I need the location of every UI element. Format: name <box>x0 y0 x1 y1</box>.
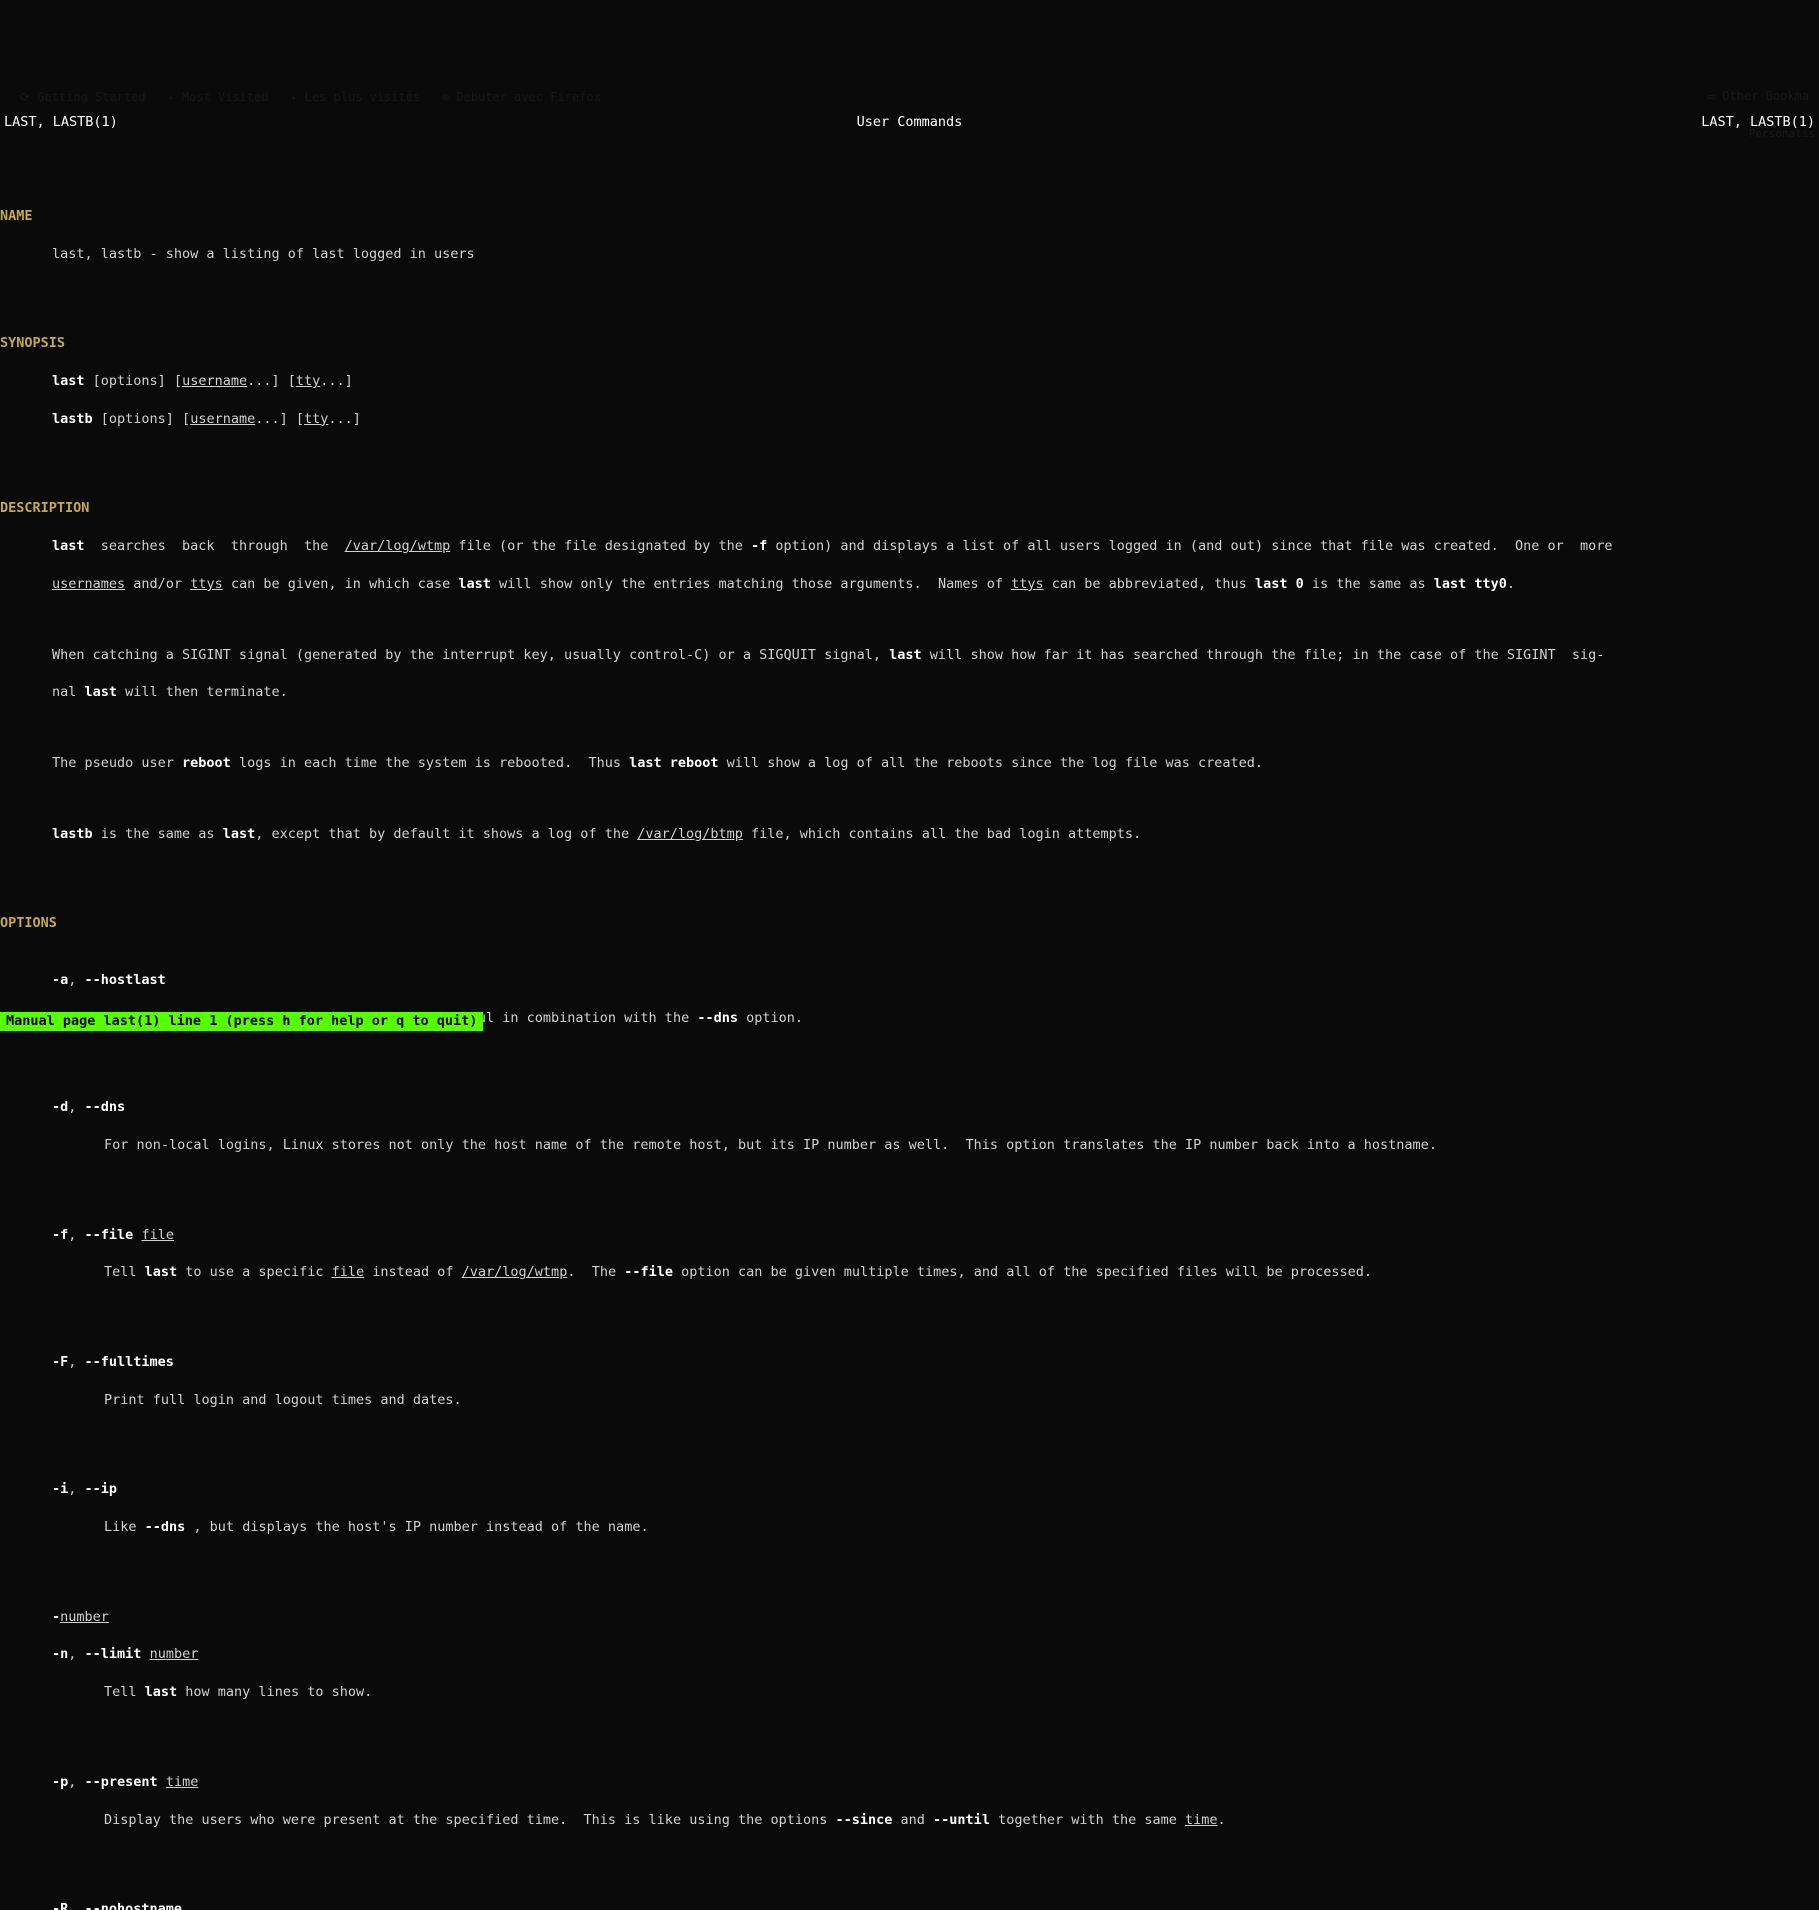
desc-p2-l1: When catching a SIGINT signal (generated… <box>0 646 1819 665</box>
desc-p2-l2: nal last will then terminate. <box>0 683 1819 702</box>
opt-F: -F, --fulltimes <box>0 1353 1819 1372</box>
section-synopsis-head: SYNOPSIS <box>0 334 1819 353</box>
section-options-head: OPTIONS <box>0 914 1819 933</box>
opt-d-desc: For non-local logins, Linux stores not o… <box>0 1136 1819 1155</box>
section-name-head: NAME <box>0 207 1819 226</box>
man-header: LAST, LASTB(1) User Commands LAST, LASTB… <box>0 113 1819 132</box>
desc-p4: lastb is the same as last, except that b… <box>0 825 1819 844</box>
opt-F-desc: Print full login and logout times and da… <box>0 1391 1819 1410</box>
opt-f-desc: Tell last to use a specific file instead… <box>0 1263 1819 1282</box>
opt-p: -p, --present time <box>0 1773 1819 1792</box>
section-description-head: DESCRIPTION <box>0 499 1819 518</box>
header-center: User Commands <box>0 113 1819 132</box>
opt-f: -f, --file file <box>0 1226 1819 1245</box>
opt-p-desc: Display the users who were present at th… <box>0 1811 1819 1830</box>
opt-R: -R, --nohostname <box>0 1900 1819 1910</box>
opt-d: -d, --dns <box>0 1098 1819 1117</box>
ghost-bookmark-bar: ⟳ Getting Started ✦ Most Visited ✦ Les p… <box>20 89 601 106</box>
opt-a: -a, --hostlast <box>0 971 1819 990</box>
name-line: last, lastb - show a listing of last log… <box>0 245 1819 264</box>
desc-p3: The pseudo user reboot logs in each time… <box>0 754 1819 773</box>
synopsis-line-1: last [options] [username...] [tty...] <box>0 372 1819 391</box>
desc-p1-l2: usernames and/or ttys can be given, in w… <box>0 575 1819 594</box>
opt-n-desc: Tell last how many lines to show. <box>0 1683 1819 1702</box>
synopsis-line-2: lastb [options] [username...] [tty...] <box>0 410 1819 429</box>
opt-n: -n, --limit number <box>0 1645 1819 1664</box>
opt-i: -i, --ip <box>0 1480 1819 1499</box>
opt-number: -number <box>0 1608 1819 1627</box>
pager-status[interactable]: Manual page last(1) line 1 (press h for … <box>0 1012 483 1031</box>
ghost-other-bookmarks: ▭ Other Bookma <box>1708 88 1809 105</box>
man-page: LAST, LASTB(1) User Commands LAST, LASTB… <box>0 76 1819 1031</box>
opt-i-desc: Like --dns , but displays the host's IP … <box>0 1518 1819 1537</box>
desc-p1-l1: last searches back through the /var/log/… <box>0 537 1819 556</box>
